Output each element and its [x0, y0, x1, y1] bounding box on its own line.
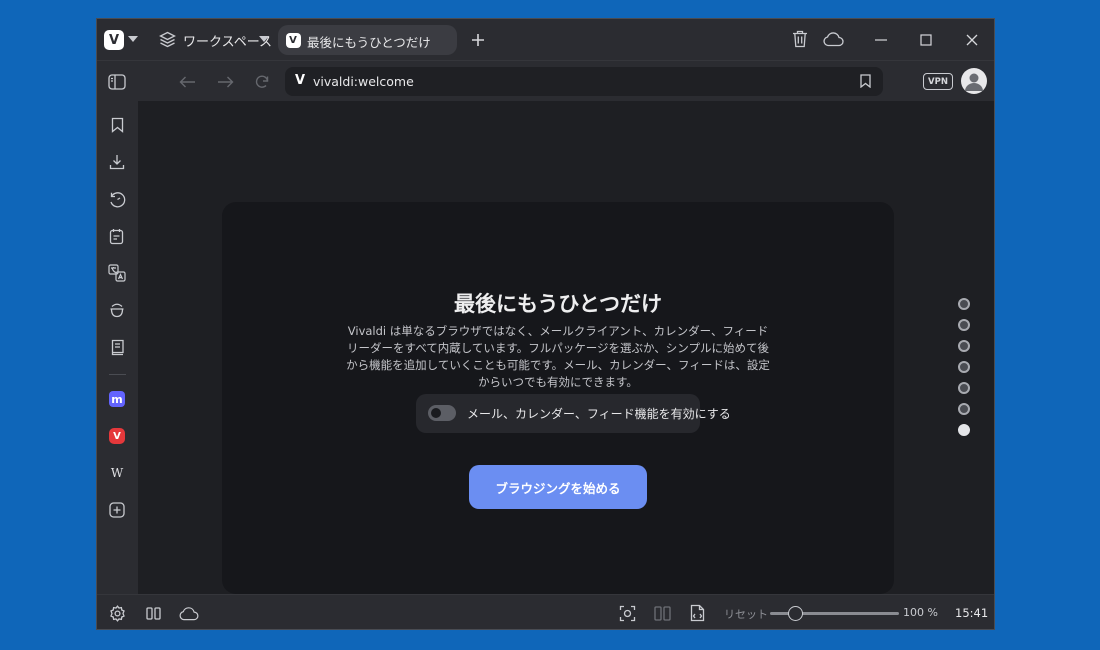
trash-icon[interactable] [790, 29, 810, 49]
forward-arrow-icon[interactable] [215, 72, 235, 92]
tab-welcome[interactable]: V 最後にもうひとつだけ [278, 25, 457, 55]
start-browsing-button[interactable]: ブラウジングを始める [469, 465, 647, 509]
mail-calendar-feed-switch[interactable] [428, 405, 456, 421]
workspaces-icon[interactable] [158, 30, 176, 48]
mastodon-icon[interactable]: m [107, 389, 127, 409]
window-panel-icon[interactable] [107, 337, 127, 357]
page-actions-icon[interactable] [687, 603, 707, 623]
tile-tabs-icon[interactable] [143, 603, 163, 623]
tab-title: 最後にもうひとつだけ [307, 35, 431, 50]
maximize-button[interactable] [908, 29, 944, 51]
status-bar: リセット 100 % 15:41 [97, 594, 994, 629]
clock: 15:41 [955, 606, 989, 620]
pager-dot[interactable] [958, 298, 970, 310]
reading-list-icon[interactable] [107, 300, 127, 320]
notes-icon[interactable] [107, 226, 127, 246]
vivaldi-site-icon: V [295, 73, 306, 88]
history-icon[interactable] [107, 189, 127, 209]
panel-toggle-icon[interactable] [107, 72, 127, 92]
downloads-icon[interactable] [107, 152, 127, 172]
translate-icon[interactable] [107, 263, 127, 283]
zoom-level: 100 % [903, 606, 938, 619]
vpn-label: VPN [928, 76, 948, 87]
pager-dot[interactable] [958, 319, 970, 331]
pager-dot[interactable] [958, 340, 970, 352]
workspace-chevron-icon[interactable] [258, 33, 270, 45]
welcome-description: Vivaldi は単なるブラウザではなく、メールクライアント、カレンダー、フィー… [346, 324, 770, 389]
reload-icon[interactable] [252, 72, 272, 92]
close-button[interactable] [954, 29, 990, 51]
panel-sidebar: m V W [97, 101, 138, 594]
url-text[interactable]: vivaldi:welcome [313, 74, 414, 89]
zoom-reset-label[interactable]: リセット [724, 606, 768, 622]
capture-icon[interactable] [617, 603, 637, 623]
minimize-button[interactable] [863, 29, 899, 51]
browser-window: V ワークスペース V 最後にもうひとつだけ V vivaldi:welcome… [96, 18, 995, 630]
tab-favicon-icon: V [285, 32, 301, 48]
page-content: 最後にもうひとつだけ Vivaldi は単なるブラウザではなく、メールクライアン… [138, 101, 994, 594]
pager-dot-active[interactable] [958, 424, 970, 436]
sidebar-divider [109, 374, 126, 375]
pager-dot[interactable] [958, 361, 970, 373]
sync-cloud-icon[interactable] [821, 29, 845, 49]
settings-gear-icon[interactable] [107, 603, 127, 623]
vivaldi-menu-button[interactable]: V [103, 29, 125, 51]
welcome-heading: 最後にもうひとつだけ [454, 292, 662, 316]
status-cloud-icon[interactable] [176, 603, 200, 623]
chevron-down-icon[interactable] [127, 33, 139, 45]
switch-knob [431, 408, 441, 418]
vivaldi-logo-icon: V [104, 30, 124, 50]
title-bar: V ワークスペース V 最後にもうひとつだけ [97, 19, 994, 60]
vpn-button[interactable]: VPN [923, 73, 953, 90]
page-tiling-icon[interactable] [652, 603, 672, 623]
wikipedia-icon[interactable]: W [107, 463, 127, 483]
zoom-slider-thumb[interactable] [788, 606, 803, 621]
address-toolbar: V vivaldi:welcome VPN [97, 60, 994, 101]
toggle-label[interactable]: メール、カレンダー、フィード機能を有効にする [467, 405, 731, 422]
vivaldi-social-icon[interactable]: V [107, 426, 127, 446]
pager-dot[interactable] [958, 382, 970, 394]
bookmark-page-icon[interactable] [857, 73, 873, 89]
profile-avatar-icon[interactable] [961, 68, 987, 94]
add-panel-icon[interactable] [107, 500, 127, 520]
pager-dot[interactable] [958, 403, 970, 415]
bookmarks-icon[interactable] [107, 115, 127, 135]
back-arrow-icon[interactable] [177, 72, 197, 92]
welcome-card: 最後にもうひとつだけ Vivaldi は単なるブラウザではなく、メールクライアン… [222, 202, 894, 594]
enable-mail-toggle-row[interactable]: メール、カレンダー、フィード機能を有効にする [416, 394, 731, 433]
new-tab-button[interactable] [468, 30, 488, 50]
url-field[interactable]: V vivaldi:welcome [285, 67, 883, 96]
